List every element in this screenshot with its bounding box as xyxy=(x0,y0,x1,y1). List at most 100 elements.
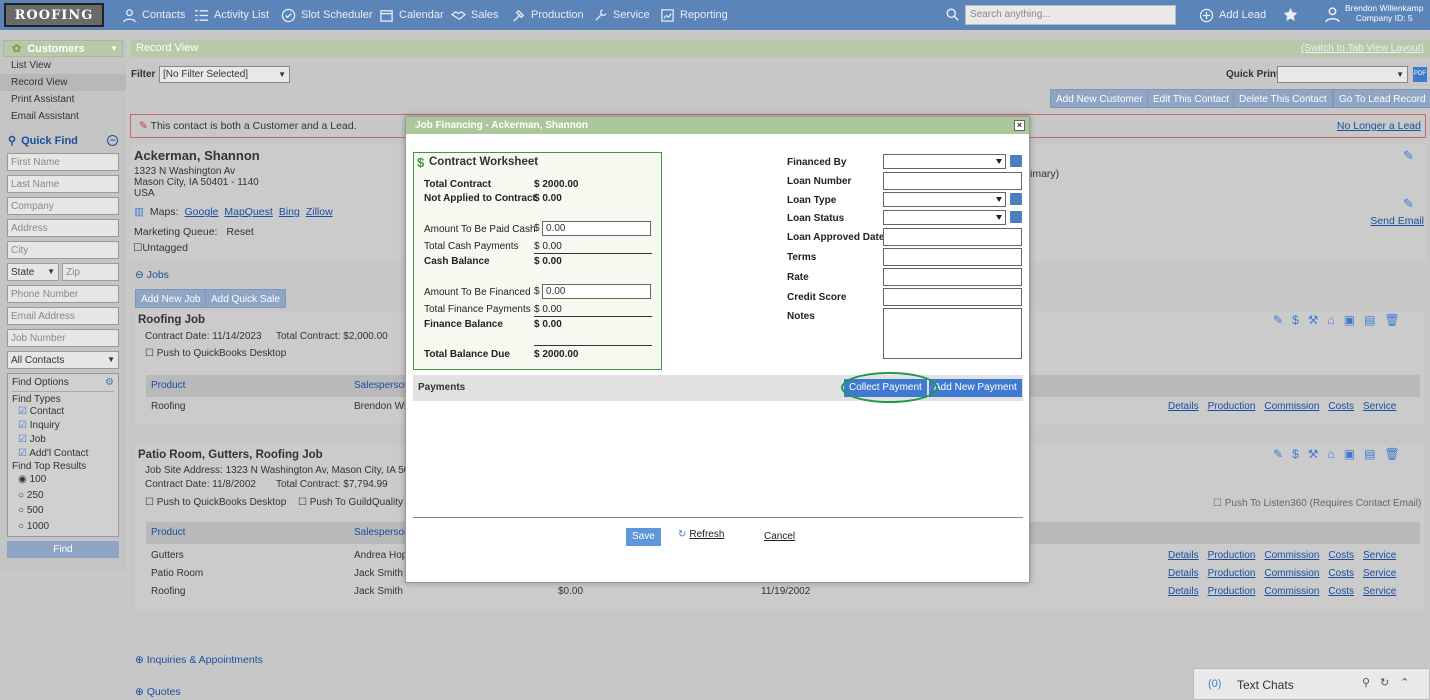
sidebar-item-print-assistant[interactable]: Print Assistant xyxy=(0,91,126,108)
collapse-icon[interactable]: − xyxy=(107,135,118,146)
add-lead-button[interactable]: Add Lead xyxy=(1199,0,1266,30)
checkbox-icon[interactable]: ☐ xyxy=(298,497,307,508)
commission-link[interactable]: Commission xyxy=(1264,401,1319,412)
loan-type-select[interactable] xyxy=(883,192,1006,207)
push-quickbooks-checkbox[interactable]: ☐ Push to QuickBooks Desktop xyxy=(145,348,286,359)
add-new-payment-button[interactable]: Add New Payment xyxy=(929,379,1022,397)
top-results-100[interactable]: ◉ 100 xyxy=(18,472,114,488)
find-type-contact[interactable]: ☑ Contact xyxy=(18,405,114,419)
add-list-icon[interactable] xyxy=(1010,211,1022,223)
user-info[interactable]: Brendon Willenkamp Company ID: 5 xyxy=(1345,3,1423,23)
jobs-toggle[interactable]: ⊖ Jobs xyxy=(135,269,169,281)
service-link[interactable]: Service xyxy=(1363,586,1396,597)
add-new-job-button[interactable]: Add New Job xyxy=(135,289,207,308)
refresh-icon[interactable]: ↻ xyxy=(1380,676,1389,689)
radio-icon[interactable]: ○ xyxy=(18,521,24,532)
dollar-icon[interactable]: $ xyxy=(1292,313,1299,327)
pdf-icon[interactable]: PDF xyxy=(1413,67,1427,82)
edit-pencil-icon[interactable]: ✎ xyxy=(1403,196,1414,212)
checkbox-checked-icon[interactable]: ☑ xyxy=(18,434,27,445)
dollar-icon[interactable]: $ xyxy=(1292,447,1299,461)
job-number-field[interactable]: Job Number xyxy=(7,329,119,347)
reset-link[interactable]: Reset xyxy=(226,226,253,238)
nav-service[interactable]: Service xyxy=(593,0,650,30)
production-link[interactable]: Production xyxy=(1208,568,1256,579)
inquiries-toggle[interactable]: ⊕ Inquiries & Appointments xyxy=(135,654,263,666)
col-product[interactable]: Product xyxy=(151,380,185,391)
financed-input[interactable]: 0.00 xyxy=(542,284,651,299)
costs-link[interactable]: Costs xyxy=(1328,568,1354,579)
details-link[interactable]: Details xyxy=(1168,586,1199,597)
edit-pencil-icon[interactable]: ✎ xyxy=(1273,447,1283,461)
email-field[interactable]: Email Address xyxy=(7,307,119,325)
production-link[interactable]: Production xyxy=(1208,401,1256,412)
financed-by-select[interactable] xyxy=(883,154,1006,169)
state-select[interactable]: State ▼ xyxy=(7,263,59,281)
go-to-lead-button[interactable]: Go To Lead Record xyxy=(1333,89,1430,108)
nav-contacts[interactable]: Contacts xyxy=(122,0,185,30)
customers-section-header[interactable]: ✿ Customers ▼ xyxy=(3,40,123,57)
add-quick-sale-button[interactable]: Add Quick Sale xyxy=(205,289,286,308)
first-name-field[interactable]: First Name xyxy=(7,153,119,171)
edit-contact-button[interactable]: Edit This Contact xyxy=(1147,89,1235,108)
filter-select[interactable]: [No Filter Selected] ▼ xyxy=(159,66,290,83)
details-link[interactable]: Details xyxy=(1168,568,1199,579)
star-icon[interactable] xyxy=(1283,7,1298,22)
find-type-inquiry[interactable]: ☑ Inquiry xyxy=(18,419,114,433)
radio-icon[interactable]: ○ xyxy=(18,490,24,501)
nav-sales[interactable]: Sales xyxy=(451,0,499,30)
checkbox-icon[interactable]: ☐ xyxy=(145,348,154,359)
company-logo[interactable]: ROOFING xyxy=(4,3,104,27)
close-icon[interactable]: × xyxy=(1014,120,1025,131)
add-list-icon[interactable] xyxy=(1010,193,1022,205)
delete-contact-button[interactable]: Delete This Contact xyxy=(1233,89,1333,108)
paint-roller-icon[interactable]: ⚒ xyxy=(1308,313,1319,327)
add-list-icon[interactable] xyxy=(1010,155,1022,167)
loan-approved-input[interactable] xyxy=(883,228,1022,246)
sidebar-item-email-assistant[interactable]: Email Assistant xyxy=(0,108,126,125)
top-results-1000[interactable]: ○ 1000 xyxy=(18,519,114,535)
city-field[interactable]: City xyxy=(7,241,119,259)
notes-textarea[interactable] xyxy=(883,308,1022,359)
checkbox-icon[interactable]: ☐ xyxy=(133,242,142,254)
chevron-up-icon[interactable]: ⌃ xyxy=(1400,676,1409,689)
edit-pencil-icon[interactable]: ✎ xyxy=(1273,313,1283,327)
top-results-250[interactable]: ○ 250 xyxy=(18,488,114,504)
user-settings-icon[interactable] xyxy=(1324,6,1341,23)
global-search-input[interactable]: Search anything... xyxy=(965,5,1176,25)
gear-icon[interactable]: ⚙ xyxy=(105,377,114,388)
push-quickbooks-checkbox[interactable]: ☐ Push to QuickBooks Desktop xyxy=(145,497,286,508)
edit-pencil-icon[interactable]: ✎ xyxy=(1403,148,1414,164)
home-icon[interactable]: ⌂ xyxy=(1328,313,1335,327)
loan-number-input[interactable] xyxy=(883,172,1022,190)
col-salesperson[interactable]: Salesperson xyxy=(354,527,410,538)
trash-icon[interactable]: 🗑 xyxy=(1384,313,1399,327)
checkbox-checked-icon[interactable]: ☑ xyxy=(18,420,27,431)
service-link[interactable]: Service xyxy=(1363,550,1396,561)
details-link[interactable]: Details xyxy=(1168,401,1199,412)
mapquest-link[interactable]: MapQuest xyxy=(224,206,272,218)
chat-icon[interactable]: ▤ xyxy=(1364,447,1375,461)
no-longer-lead-link[interactable]: No Longer a Lead xyxy=(1337,120,1421,132)
checkbox-checked-icon[interactable]: ☑ xyxy=(18,448,27,459)
commission-link[interactable]: Commission xyxy=(1264,550,1319,561)
switch-tab-view-link[interactable]: (Switch to Tab View Layout) xyxy=(1301,43,1424,54)
nav-activity-list[interactable]: Activity List xyxy=(194,0,269,30)
cancel-link[interactable]: Cancel xyxy=(764,531,795,542)
costs-link[interactable]: Costs xyxy=(1328,401,1354,412)
terms-input[interactable] xyxy=(883,248,1022,266)
radio-icon[interactable]: ○ xyxy=(18,505,24,516)
trash-icon[interactable]: 🗑 xyxy=(1384,447,1399,461)
rate-input[interactable] xyxy=(883,268,1022,286)
refresh-button[interactable]: ↻ Refresh xyxy=(678,529,724,540)
zillow-link[interactable]: Zillow xyxy=(306,206,333,218)
sidebar-item-record-view[interactable]: Record View xyxy=(0,74,126,91)
address-field[interactable]: Address xyxy=(7,219,119,237)
commission-link[interactable]: Commission xyxy=(1264,586,1319,597)
phone-field[interactable]: Phone Number xyxy=(7,285,119,303)
find-button[interactable]: Find xyxy=(7,541,119,558)
costs-link[interactable]: Costs xyxy=(1328,586,1354,597)
text-chats-bar[interactable]: (0) Text Chats ⚲ ↻ ⌃ xyxy=(1193,668,1430,700)
nav-slot-scheduler[interactable]: Slot Scheduler xyxy=(281,0,373,30)
loan-status-select[interactable] xyxy=(883,210,1006,225)
